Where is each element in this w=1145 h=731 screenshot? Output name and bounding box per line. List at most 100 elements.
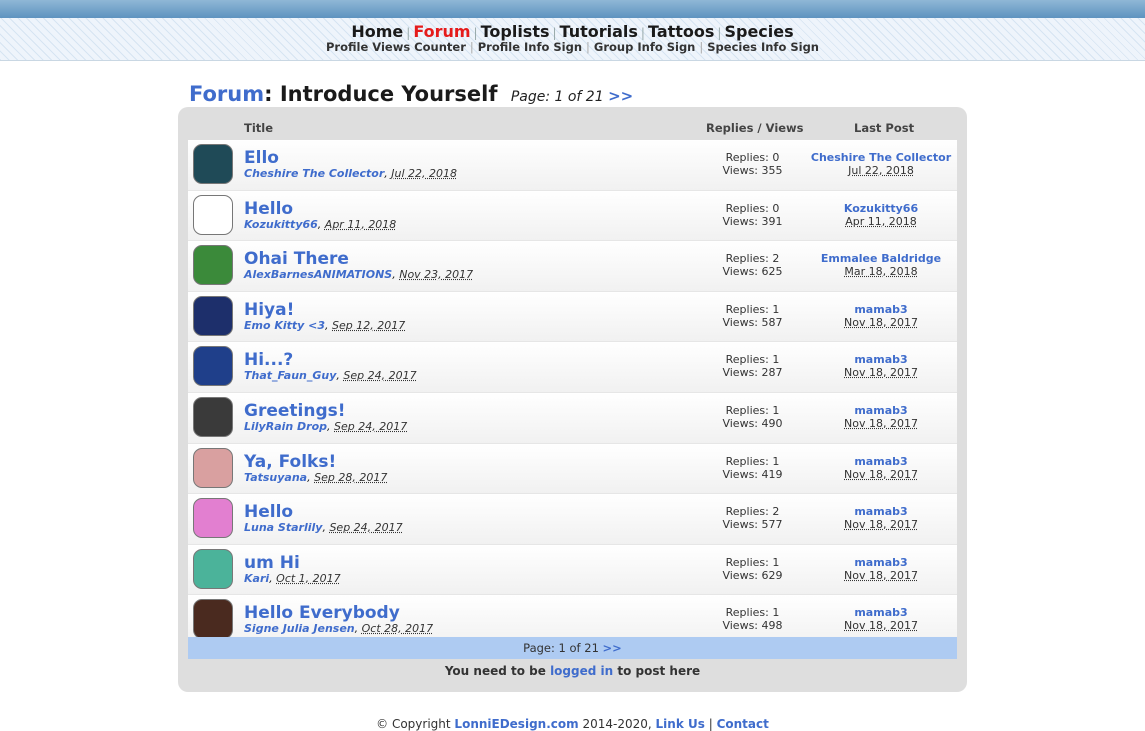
nav-tutorials[interactable]: Tutorials <box>560 22 638 41</box>
pink-creature-avatar[interactable] <box>193 498 233 539</box>
last-post-user-link[interactable]: mamab3 <box>854 556 907 569</box>
thread-byline: AlexBarnesANIMATIONS, Nov 23, 2017 <box>244 268 474 282</box>
nav-tattoos[interactable]: Tattoos <box>648 22 714 41</box>
teal-character-avatar[interactable] <box>193 548 233 589</box>
nav-toplists[interactable]: Toplists <box>481 22 550 41</box>
breadcrumb-forum-link[interactable]: Forum <box>189 82 264 106</box>
last-post: mamab3 Nov 18, 2017 <box>805 303 957 329</box>
thread-title-link[interactable]: Hiya! <box>244 300 294 320</box>
thread-title-link[interactable]: Hello <box>244 199 293 219</box>
dark-portrait-avatar[interactable] <box>193 295 233 336</box>
footer-link-us[interactable]: Link Us <box>656 717 705 731</box>
thread-stats: Replies: 1 Views: 629 <box>695 556 810 582</box>
site-footer: © Copyright LonniEDesign.com 2014-2020, … <box>0 717 1145 731</box>
subnav-species-info-sign[interactable]: Species Info Sign <box>707 40 819 54</box>
views-count: Views: 629 <box>722 568 783 582</box>
thread-title-link[interactable]: Greetings! <box>244 401 346 421</box>
column-header-replies-views: Replies / Views <box>706 121 804 135</box>
replies-count: Replies: 1 <box>725 353 780 367</box>
last-post-user-link[interactable]: mamab3 <box>854 606 907 619</box>
thread-author-link[interactable]: LilyRain Drop <box>244 420 327 433</box>
last-post: mamab3 Nov 18, 2017 <box>805 404 957 430</box>
thread-stats: Replies: 1 Views: 287 <box>695 353 810 379</box>
views-count: Views: 625 <box>722 265 783 279</box>
thread-author-link[interactable]: Cheshire The Collector <box>244 167 384 180</box>
thread-title-link[interactable]: Hello Everybody <box>244 603 400 623</box>
thread-stats: Replies: 1 Views: 498 <box>695 606 810 632</box>
thread-title-link[interactable]: Hi...? <box>244 350 293 370</box>
last-post-date: Apr 11, 2018 <box>845 214 917 228</box>
footer-contact-link[interactable]: Contact <box>717 717 769 731</box>
last-post-user-link[interactable]: mamab3 <box>854 455 907 468</box>
table-row: um Hi Kari, Oct 1, 2017 Replies: 1 Views: 6… <box>188 544 957 596</box>
thread-author-link[interactable]: Kozukitty66 <box>244 218 318 231</box>
thread-author-link[interactable]: Emo Kitty <3 <box>244 319 325 332</box>
thread-author-link[interactable]: Tatsuyana <box>244 471 307 484</box>
thread-title-link[interactable]: Ohai There <box>244 249 349 269</box>
nav-species[interactable]: Species <box>724 22 793 41</box>
page-info-text: Page: 1 of 21 <box>510 89 604 105</box>
last-post-date: Nov 18, 2017 <box>844 315 918 329</box>
thread-byline: Luna Starlily, Sep 24, 2017 <box>244 521 403 535</box>
thread-title-link[interactable]: Hello <box>244 502 293 522</box>
login-notice-suffix: to post here <box>617 664 701 678</box>
thread-author-link[interactable]: Signe Julia Jensen <box>244 622 355 635</box>
last-post: mamab3 Nov 18, 2017 <box>805 505 957 531</box>
thread-author-link[interactable]: Luna Starlily <box>244 521 322 534</box>
last-post-date: Jul 22, 2018 <box>848 164 914 177</box>
last-post-user-link[interactable]: Emmalee Baldridge <box>821 252 941 265</box>
green-hair-character-avatar[interactable] <box>193 245 233 286</box>
nav-separator: | <box>640 26 645 40</box>
pagination-text: Page: 1 of 21 <box>523 641 599 655</box>
blue-faun-avatar[interactable] <box>193 346 233 387</box>
last-post-user-link[interactable]: mamab3 <box>854 505 907 518</box>
footer-site-link[interactable]: LonniEDesign.com <box>454 717 578 731</box>
thread-stats: Replies: 1 Views: 587 <box>695 303 810 329</box>
blank-avatar[interactable] <box>193 194 233 235</box>
last-post-user-link[interactable]: Cheshire The Collector <box>811 151 951 164</box>
subnav-profile-info-sign[interactable]: Profile Info Sign <box>478 40 582 54</box>
table-row: Hiya! Emo Kitty <3, Sep 12, 2017 Replies: … <box>188 291 957 343</box>
login-link[interactable]: logged in <box>550 664 613 678</box>
replies-count: Replies: 2 <box>725 505 780 519</box>
thread-date: Jul 22, 2018 <box>391 167 458 180</box>
thread-list: Ello Cheshire The Collector, Jul 22, 2018… <box>188 140 957 646</box>
login-notice: You need to be logged in to post here <box>188 664 957 678</box>
last-post: mamab3 Nov 18, 2017 <box>805 455 957 481</box>
thread-byline: Kozukitty66, Apr 11, 2018 <box>244 217 397 231</box>
thread-author-link[interactable]: That_Faun_Guy <box>244 369 336 382</box>
thread-byline: Cheshire The Collector, Jul 22, 2018 <box>244 167 458 180</box>
nav-separator: | <box>406 26 411 40</box>
footer-years: 2014-2020, <box>582 717 652 731</box>
last-post-user-link[interactable]: mamab3 <box>854 303 907 316</box>
footer-separator: | <box>708 717 713 731</box>
last-post-user-link[interactable]: mamab3 <box>854 353 907 366</box>
person-portrait-avatar[interactable] <box>193 447 233 488</box>
last-post-date: Nov 18, 2017 <box>844 416 918 430</box>
views-count: Views: 287 <box>722 366 783 380</box>
subnav-profile-views-counter[interactable]: Profile Views Counter <box>326 40 466 54</box>
thread-title-link[interactable]: um Hi <box>244 553 300 573</box>
replies-count: Replies: 1 <box>725 403 780 417</box>
page-title-text: : Introduce Yourself <box>264 82 498 106</box>
pagination-next-link[interactable]: >> <box>603 641 622 655</box>
last-post: Emmalee Baldridge Mar 18, 2018 <box>805 252 957 278</box>
thread-date: Oct 28, 2017 <box>361 622 434 636</box>
thread-author-link[interactable]: Kari <box>244 572 269 585</box>
thread-author-link[interactable]: AlexBarnesANIMATIONS <box>244 268 392 281</box>
cheshire-cat-avatar[interactable] <box>193 144 233 184</box>
nav-home[interactable]: Home <box>351 22 403 41</box>
thread-title-link[interactable]: Ya, Folks! <box>244 452 336 472</box>
last-post-user-link[interactable]: Kozukitty66 <box>844 202 918 215</box>
nav-forum[interactable]: Forum <box>413 22 470 41</box>
column-header-title: Title <box>244 121 274 135</box>
last-post: mamab3 Nov 18, 2017 <box>805 606 957 632</box>
thread-title-link[interactable]: Ello <box>244 148 279 168</box>
thread-stats: Replies: 2 Views: 625 <box>695 252 810 278</box>
brown-portrait-avatar[interactable] <box>193 599 233 640</box>
table-row: Ya, Folks! Tatsuyana, Sep 28, 2017 Replies… <box>188 443 957 495</box>
subnav-group-info-sign[interactable]: Group Info Sign <box>594 40 695 54</box>
grayscale-portrait-avatar[interactable] <box>193 396 233 437</box>
last-post-user-link[interactable]: mamab3 <box>854 404 907 417</box>
next-page-link[interactable]: >> <box>608 87 633 105</box>
